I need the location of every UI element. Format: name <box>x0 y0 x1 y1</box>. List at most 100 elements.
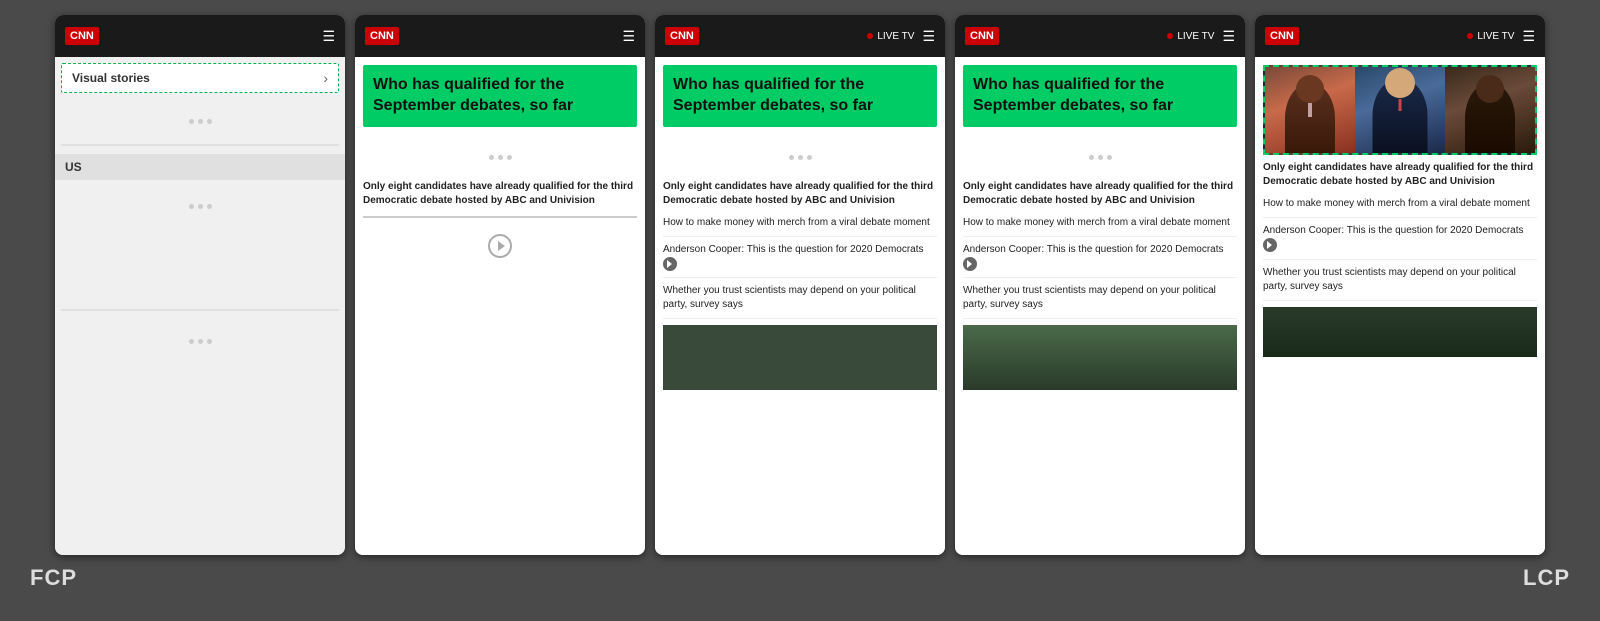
dot-6 <box>207 204 212 209</box>
dot-4 <box>189 204 194 209</box>
people-image <box>1263 65 1537 155</box>
loading-dots-p3 <box>663 135 937 180</box>
live-dot-4 <box>1167 33 1173 39</box>
loading-dots-p2 <box>363 135 637 180</box>
phone-2: CNN ☰ Who has qualified for the Septembe… <box>355 15 645 555</box>
live-tv-badge-3: LIVE TV <box>867 31 914 42</box>
dot-p4-3 <box>1107 155 1112 160</box>
dot-p3-1 <box>789 155 794 160</box>
person-1-necklace <box>1308 103 1312 117</box>
sub-article-4-2-text: Anderson Cooper: This is the question fo… <box>963 244 1224 255</box>
navbar-1: CNN ☰ <box>55 15 345 57</box>
chevron-right-icon: › <box>323 70 328 86</box>
main-container: CNN ☰ Visual stories › US <box>0 0 1600 555</box>
person-2-head <box>1385 68 1415 98</box>
dot-p3-3 <box>807 155 812 160</box>
headline-box-4: Who has qualified for the September deba… <box>963 65 1237 127</box>
person-3 <box>1445 67 1535 153</box>
headline-3: Who has qualified for the September deba… <box>673 75 927 117</box>
headline-4: Who has qualified for the September deba… <box>973 75 1227 117</box>
headline-box-2: Who has qualified for the September deba… <box>363 65 637 127</box>
sub-article-5-3: Whether you trust scientists may depend … <box>1263 266 1537 301</box>
hamburger-icon-3[interactable]: ☰ <box>922 28 935 45</box>
section-label-us: US <box>55 154 345 180</box>
dot-p4-1 <box>1089 155 1094 160</box>
hamburger-icon-5[interactable]: ☰ <box>1522 28 1535 45</box>
phone4-body: Who has qualified for the September deba… <box>955 57 1245 555</box>
dot-1 <box>189 119 194 124</box>
person-2-tie <box>1399 99 1402 111</box>
gray-bar-2 <box>363 216 637 218</box>
dot-3 <box>207 119 212 124</box>
headline-box-3: Who has qualified for the September deba… <box>663 65 937 127</box>
play-triangle-icon-2 <box>498 241 505 251</box>
bottom-image-5 <box>1263 307 1537 357</box>
sub-article-3-3: Whether you trust scientists may depend … <box>663 284 937 319</box>
play-icon-inline-4 <box>963 257 977 271</box>
bottom-image-3 <box>663 325 937 390</box>
dot-9 <box>207 339 212 344</box>
main-article-2: Only eight candidates have already quali… <box>363 180 637 208</box>
visual-stories-label: Visual stories <box>72 71 150 85</box>
person-1 <box>1265 67 1355 153</box>
people-image-inner <box>1265 67 1535 153</box>
sub-article-3-1: How to make money with merch from a vira… <box>663 216 937 237</box>
cnn-logo-5: CNN <box>1265 27 1299 45</box>
live-tv-label-3: LIVE TV <box>877 31 914 42</box>
sub-article-5-1: How to make money with merch from a vira… <box>1263 197 1537 218</box>
person-3-head <box>1476 75 1504 103</box>
hamburger-icon-4[interactable]: ☰ <box>1222 28 1235 45</box>
sub-article-5-2-text: Anderson Cooper: This is the question fo… <box>1263 225 1524 236</box>
hamburger-icon-2[interactable]: ☰ <box>622 28 635 45</box>
performance-labels: FCP LCP <box>0 555 1600 596</box>
play-button-2[interactable] <box>488 234 512 258</box>
bottom-image-4 <box>963 325 1237 390</box>
navbar-right-4: LIVE TV ☰ <box>1167 28 1235 45</box>
sub-article-4-3: Whether you trust scientists may depend … <box>963 284 1237 319</box>
phone5-body: Only eight candidates have already quali… <box>1255 57 1545 555</box>
hamburger-icon-1[interactable]: ☰ <box>322 28 335 45</box>
headline-2: Who has qualified for the September deba… <box>373 75 627 117</box>
navbar-5: CNN LIVE TV ☰ <box>1255 15 1545 57</box>
divider-2 <box>61 309 339 311</box>
phone1-body: Visual stories › US <box>55 57 345 555</box>
phone3-body: Who has qualified for the September deba… <box>655 57 945 555</box>
phone-3: CNN LIVE TV ☰ Who has qualified for the … <box>655 15 945 555</box>
phone2-body: Who has qualified for the September deba… <box>355 57 645 555</box>
dot-p2-2 <box>498 155 503 160</box>
cnn-logo-3: CNN <box>665 27 699 45</box>
play-icon-inline-5 <box>1263 238 1277 252</box>
visual-stories-bar[interactable]: Visual stories › <box>61 63 339 93</box>
live-tv-label-5: LIVE TV <box>1477 31 1514 42</box>
live-tv-label-4: LIVE TV <box>1177 31 1214 42</box>
main-article-3: Only eight candidates have already quali… <box>663 180 937 208</box>
loading-dots-2 <box>55 184 345 229</box>
navbar-4: CNN LIVE TV ☰ <box>955 15 1245 57</box>
dot-p3-2 <box>798 155 803 160</box>
person-2 <box>1355 67 1445 153</box>
dot-2 <box>198 119 203 124</box>
dot-p2-3 <box>507 155 512 160</box>
dot-p4-2 <box>1098 155 1103 160</box>
dot-8 <box>198 339 203 344</box>
sub-article-4-2: Anderson Cooper: This is the question fo… <box>963 243 1237 279</box>
navbar-right-3: LIVE TV ☰ <box>867 28 935 45</box>
loading-dots-1 <box>55 99 345 144</box>
sub-article-3-2-text: Anderson Cooper: This is the question fo… <box>663 244 924 255</box>
phone-fcp: CNN ☰ Visual stories › US <box>55 15 345 555</box>
play-icon-inline-3 <box>663 257 677 271</box>
loading-dots-p4 <box>963 135 1237 180</box>
cnn-logo-2: CNN <box>365 27 399 45</box>
live-dot-5 <box>1467 33 1473 39</box>
cnn-logo-1: CNN <box>65 27 99 45</box>
dot-p2-1 <box>489 155 494 160</box>
lcp-label: LCP <box>1523 565 1570 591</box>
navbar-right-5: LIVE TV ☰ <box>1467 28 1535 45</box>
live-dot-3 <box>867 33 873 39</box>
main-article-5: Only eight candidates have already quali… <box>1263 161 1537 189</box>
fcp-label: FCP <box>30 565 77 591</box>
sub-article-3-2: Anderson Cooper: This is the question fo… <box>663 243 937 279</box>
phone-4: CNN LIVE TV ☰ Who has qualified for the … <box>955 15 1245 555</box>
dot-5 <box>198 204 203 209</box>
person-1-head <box>1296 75 1324 103</box>
